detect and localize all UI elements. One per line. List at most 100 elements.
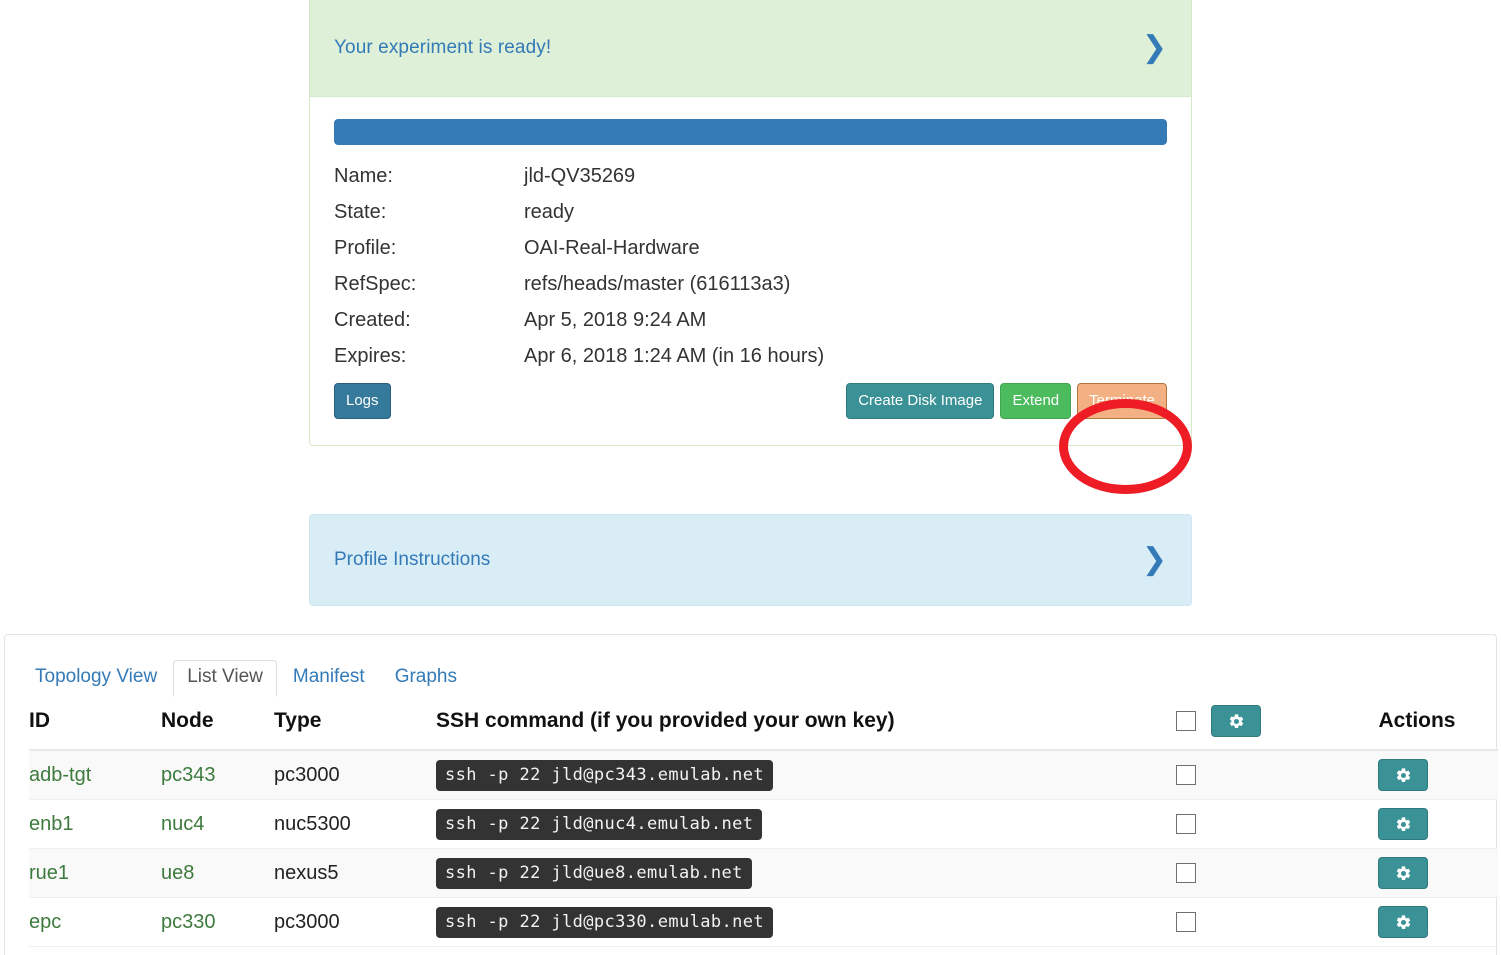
column-header-node: Node xyxy=(161,697,274,751)
cell-type: nuc5300 xyxy=(274,799,436,849)
detail-row-name: Name: jld-QV35269 xyxy=(334,165,1167,201)
node-name-link[interactable]: pc330 xyxy=(161,911,216,933)
detail-label-state: State: xyxy=(334,201,387,223)
tab-topology-view[interactable]: Topology View xyxy=(29,660,171,697)
cell-id: enb1 xyxy=(29,799,161,849)
tab-list-view[interactable]: List View xyxy=(173,660,277,697)
node-id-link[interactable]: adb-tgt xyxy=(29,764,91,786)
ssh-command-text[interactable]: ssh -p 22 jld@nuc4.emulab.net xyxy=(436,808,763,840)
tab-graphs[interactable]: Graphs xyxy=(381,660,471,697)
experiment-progress-bar xyxy=(334,119,1167,145)
row-checkbox-unchecked-icon[interactable] xyxy=(1176,765,1196,786)
cell-type: pc3000 xyxy=(274,750,436,800)
detail-row-refspec: RefSpec: refs/heads/master (616113a3) xyxy=(334,273,1167,309)
node-id-link[interactable]: enb1 xyxy=(29,813,74,835)
gear-icon xyxy=(1396,816,1410,831)
detail-label-name: Name: xyxy=(334,165,393,187)
cell-node: pc343 xyxy=(161,750,274,800)
detail-label-refspec: RefSpec: xyxy=(334,273,417,295)
row-gear-button[interactable] xyxy=(1378,857,1428,889)
detail-value-name: jld-QV35269 xyxy=(524,165,636,187)
gear-icon xyxy=(1396,767,1410,782)
experiment-body: Name: jld-QV35269 State: ready Profile: … xyxy=(310,97,1191,445)
detail-row-expires: Expires: Apr 6, 2018 1:24 AM (in 16 hour… xyxy=(334,345,1167,381)
node-id-link[interactable]: epc xyxy=(29,911,61,933)
create-disk-image-button[interactable]: Create Disk Image xyxy=(846,383,995,419)
node-name-link[interactable]: pc343 xyxy=(161,764,216,786)
chevron-right-icon[interactable]: ❯ xyxy=(1142,545,1167,575)
column-header-type: Type xyxy=(274,697,436,751)
column-header-select-all xyxy=(1176,697,1336,751)
profile-instructions-panel[interactable]: Profile Instructions ❯ xyxy=(309,514,1192,606)
table-row: epc pc330 pc3000 ssh -p 22 jld@pc330.emu… xyxy=(29,897,1498,947)
column-header-ssh-note-text: (if you provided your own key) xyxy=(590,709,895,732)
row-gear-button[interactable] xyxy=(1378,759,1428,791)
cell-type: nexus5 xyxy=(274,848,436,898)
ssh-command-text[interactable]: ssh -p 22 jld@pc330.emulab.net xyxy=(436,906,774,938)
detail-row-profile: Profile: OAI-Real-Hardware xyxy=(334,237,1167,273)
cell-id: epc xyxy=(29,897,161,947)
cell-id: adb-tgt xyxy=(29,750,161,800)
cell-select xyxy=(1176,799,1336,849)
table-row: adb-tgt pc343 pc3000 ssh -p 22 jld@pc343… xyxy=(29,750,1498,800)
profile-instructions-title: Profile Instructions xyxy=(334,549,491,570)
extend-button[interactable]: Extend xyxy=(1000,383,1072,419)
detail-value-state: ready xyxy=(524,201,575,223)
column-header-ssh-command: SSH command (if you provided your own ke… xyxy=(436,697,1176,751)
row-checkbox-unchecked-icon[interactable] xyxy=(1176,863,1196,884)
cell-type: pc3000 xyxy=(274,897,436,947)
row-gear-button[interactable] xyxy=(1378,808,1428,840)
experiment-header-toggle[interactable]: Your experiment is ready! ❯ xyxy=(310,0,1191,97)
ssh-command-text[interactable]: ssh -p 22 jld@pc343.emulab.net xyxy=(436,759,774,791)
detail-row-state: State: ready xyxy=(334,201,1167,237)
cell-ssh: ssh -p 22 jld@pc343.emulab.net xyxy=(436,750,1176,800)
gear-icon xyxy=(1396,914,1410,929)
chevron-right-icon[interactable]: ❯ xyxy=(1142,33,1167,63)
cell-node: nuc4 xyxy=(161,799,274,849)
detail-label-expires: Expires: xyxy=(334,345,407,367)
detail-value-refspec: refs/heads/master (616113a3) xyxy=(524,273,791,295)
cell-ssh: ssh -p 22 jld@ue8.emulab.net xyxy=(436,848,1176,898)
detail-label-profile: Profile: xyxy=(334,237,397,259)
detail-value-profile-link[interactable]: OAI-Real-Hardware xyxy=(524,237,1167,273)
column-header-id: ID xyxy=(29,697,161,751)
cell-node: pc330 xyxy=(161,897,274,947)
column-header-actions: Actions xyxy=(1336,697,1498,751)
logs-button[interactable]: Logs xyxy=(334,383,391,419)
nodes-table-body: adb-tgt pc343 pc3000 ssh -p 22 jld@pc343… xyxy=(29,750,1498,947)
nodes-table: ID Node Type SSH command (if you provide… xyxy=(29,697,1498,947)
experiment-status-card: Your experiment is ready! ❯ Name: jld-QV… xyxy=(309,0,1192,446)
detail-value-expires: Apr 6, 2018 1:24 AM (in 16 hours) xyxy=(524,345,825,367)
column-header-ssh-main: SSH command xyxy=(436,709,585,732)
cell-id: rue1 xyxy=(29,848,161,898)
cell-select xyxy=(1176,848,1336,898)
node-name-link[interactable]: nuc4 xyxy=(161,813,204,835)
experiment-detail-table: Name: jld-QV35269 State: ready Profile: … xyxy=(334,165,1167,381)
nodes-table-header-row: ID Node Type SSH command (if you provide… xyxy=(29,697,1498,751)
row-checkbox-unchecked-icon[interactable] xyxy=(1176,814,1196,835)
tab-manifest[interactable]: Manifest xyxy=(279,660,379,697)
table-row: enb1 nuc4 nuc5300 ssh -p 22 jld@nuc4.emu… xyxy=(29,799,1498,849)
node-name-link[interactable]: ue8 xyxy=(161,862,194,884)
cell-actions xyxy=(1336,848,1498,898)
terminate-button[interactable]: Terminate xyxy=(1077,383,1167,419)
gear-icon xyxy=(1229,713,1243,728)
cell-select xyxy=(1176,750,1336,800)
gear-icon xyxy=(1396,865,1410,880)
detail-value-created: Apr 5, 2018 9:24 AM xyxy=(524,309,707,331)
header-gear-button[interactable] xyxy=(1211,705,1261,737)
experiment-action-buttons: Logs Create Disk Image Extend Terminate xyxy=(334,383,1167,431)
cell-actions xyxy=(1336,897,1498,947)
row-checkbox-unchecked-icon[interactable] xyxy=(1176,912,1196,933)
ssh-command-text[interactable]: ssh -p 22 jld@ue8.emulab.net xyxy=(436,857,752,889)
table-row: rue1 ue8 nexus5 ssh -p 22 jld@ue8.emulab… xyxy=(29,848,1498,898)
row-gear-button[interactable] xyxy=(1378,906,1428,938)
cell-ssh: ssh -p 22 jld@pc330.emulab.net xyxy=(436,897,1176,947)
progress-bar-fill xyxy=(334,119,1167,145)
detail-row-created: Created: Apr 5, 2018 9:24 AM xyxy=(334,309,1167,345)
checkbox-unchecked-icon[interactable] xyxy=(1176,711,1196,731)
node-id-link[interactable]: rue1 xyxy=(29,862,69,884)
node-list-panel: Topology View List View Manifest Graphs … xyxy=(4,634,1498,955)
cell-ssh: ssh -p 22 jld@nuc4.emulab.net xyxy=(436,799,1176,849)
cell-actions xyxy=(1336,750,1498,800)
